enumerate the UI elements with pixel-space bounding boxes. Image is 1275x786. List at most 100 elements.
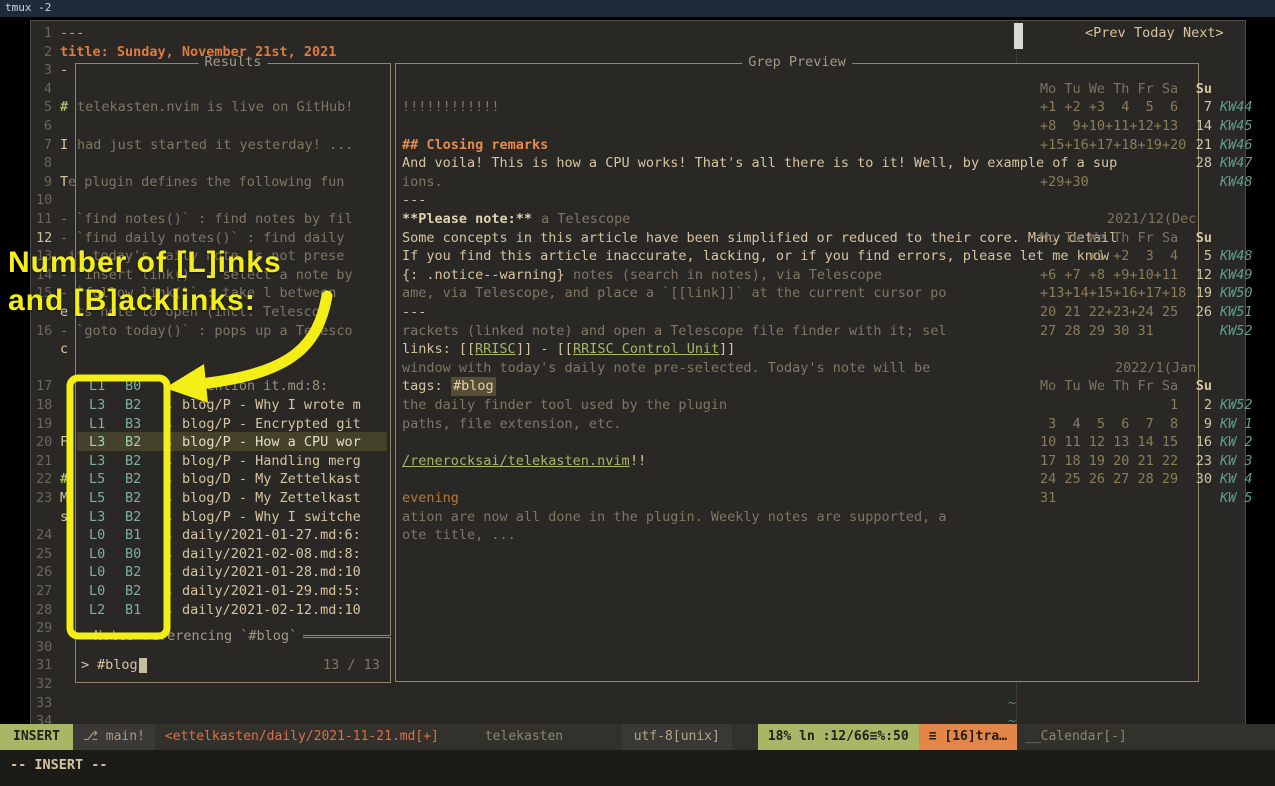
line-number: 11 [36, 210, 52, 229]
text-fragment: F [60, 433, 68, 452]
calendar-week-number: KW50 [1220, 284, 1253, 303]
calendar-week-days[interactable]: +6 +7 +8 +9+10+11 [1040, 266, 1178, 285]
calendar-week-days[interactable]: 3 4 5 6 7 8 [1040, 415, 1178, 434]
tmux-title: tmux -2 [5, 1, 51, 14]
backlinks-count: B0 [125, 377, 141, 396]
scrollbar-thumb[interactable] [1014, 23, 1023, 49]
text-fragment: !! [630, 452, 646, 471]
calendar-week-number: KW 5 [1220, 489, 1253, 508]
insert-mode-message: -- INSERT -- [10, 757, 108, 773]
calendar-sunday-day[interactable]: 14 [1188, 117, 1212, 136]
calendar-week-days[interactable]: +1 +2 +3 4 5 6 [1040, 98, 1178, 117]
calendar-month-label: 2021/12(Dec [1107, 210, 1196, 229]
line-number: 19 [36, 415, 52, 434]
links-count: L3 [89, 396, 105, 415]
text-fragment: --- [402, 303, 426, 322]
line-number: 18 [36, 396, 52, 415]
prompt-query-input[interactable]: #blog [97, 656, 138, 675]
result-row[interactable]: blog/P - Why I switche [182, 508, 361, 527]
line-number: 6 [36, 117, 52, 136]
text-fragment: T [60, 173, 68, 192]
text-fragment: paths, file extension, etc. [402, 415, 621, 434]
text-fragment: ame, via Telescope, and place a `[[link]… [402, 284, 947, 303]
calendar-next-button[interactable]: Next> [1183, 24, 1224, 43]
result-row[interactable]: daily/2021-01-27.md:6: [182, 526, 361, 545]
down-arrow-icon: ↓ [165, 601, 173, 620]
backlinks-count: B3 [125, 415, 141, 434]
text-fragment: !!!!!!!!!!!! [402, 98, 500, 117]
statusline-spacer [563, 724, 622, 750]
text-fragment: **Please note:** [402, 210, 532, 229]
calendar-week-number: KW47 [1220, 154, 1253, 173]
calendar-week-number: KW 1 [1220, 415, 1253, 434]
text-cursor [139, 658, 147, 673]
text-fragment: - `find notes()` : find notes by fil [60, 210, 353, 229]
calendar-week-days[interactable]: 10 11 12 13 14 15 [1040, 433, 1178, 452]
calendar-sunday-header: Su [1188, 229, 1212, 248]
calendar-sunday-day[interactable]: 9 [1188, 415, 1212, 434]
links-count: L3 [89, 452, 105, 471]
repo-link[interactable]: /renerocksai/telekasten.nvim [402, 452, 630, 471]
result-row[interactable]: blog/P - Why I wrote m [182, 396, 361, 415]
calendar-week-days[interactable]: +1 +2 3 4 [1040, 247, 1178, 266]
result-row[interactable]: i mention it.md:8: [182, 377, 328, 396]
calendar-today-button[interactable]: Today [1134, 24, 1175, 43]
calendar-week-days[interactable]: 24 25 26 27 28 29 [1040, 470, 1178, 489]
calendar-week-days[interactable]: +29+30 [1040, 173, 1089, 192]
result-row[interactable]: daily/2021-02-08.md:8: [182, 545, 361, 564]
line-number: 16 [36, 322, 52, 341]
wiki-link[interactable]: RRISC [475, 340, 516, 359]
result-row[interactable]: daily/2021-01-28.md:10 [182, 563, 361, 582]
text-fragment: --- [60, 24, 84, 43]
links-count: L0 [89, 545, 105, 564]
calendar-week-days[interactable]: +15+16+17+18+19+20 [1040, 136, 1186, 155]
line-number: 25 [36, 545, 52, 564]
line-number: 26 [36, 563, 52, 582]
calendar-week-days[interactable]: 27 28 29 30 31 [1040, 322, 1154, 341]
calendar-sunday-day[interactable]: 5 [1188, 247, 1212, 266]
calendar-sunday-day[interactable]: 28 [1188, 154, 1212, 173]
result-row[interactable]: blog/D - My Zettelkast [182, 489, 361, 508]
wiki-link[interactable]: RRISC Control Unit [573, 340, 719, 359]
annotation-text-line2: and [B]acklinks: [8, 284, 256, 318]
calendar-week-days[interactable]: 17 18 19 20 21 22 [1040, 452, 1178, 471]
calendar-sunday-header: Su [1188, 377, 1212, 396]
calendar-sunday-day[interactable]: 7 [1188, 98, 1212, 117]
calendar-sunday-day[interactable]: 12 [1188, 266, 1212, 285]
current-file-path: <ettelkasten/daily/2021-11-21.md[+] [155, 724, 449, 750]
text-fragment: c [60, 340, 68, 359]
text-fragment: a Telescope [541, 210, 630, 229]
text-fragment: the daily finder tool used by the plugin [402, 396, 727, 415]
calendar-sunday-day[interactable]: 16 [1188, 433, 1212, 452]
backlinks-count: B2 [125, 508, 141, 527]
calendar-week-days[interactable]: 1 [1040, 396, 1178, 415]
frontmatter-title: title: Sunday, November 21st, 2021 [60, 43, 336, 62]
result-count: 13 / 13 [323, 656, 380, 675]
result-row[interactable]: blog/P - Encrypted git [182, 415, 361, 434]
calendar-sunday-day[interactable]: 26 [1188, 303, 1212, 322]
calendar-week-days[interactable]: +13+14+15+16+17+18 [1040, 284, 1186, 303]
calendar-sunday-day[interactable]: 21 [1188, 136, 1212, 155]
line-number: 4 [36, 80, 52, 99]
line-number: 22 [36, 470, 52, 489]
calendar-sunday-day[interactable]: 23 [1188, 452, 1212, 471]
line-number: 33 [36, 694, 52, 713]
line-number: 5 [36, 98, 52, 117]
result-row[interactable]: daily/2021-02-12.md:10 [182, 601, 361, 620]
calendar-week-days[interactable]: 20 21 22+23+24 25 [1040, 303, 1178, 322]
text-fragment: # [60, 98, 68, 117]
result-row[interactable]: blog/D - My Zettelkast [182, 470, 361, 489]
down-arrow-icon: ↓ [165, 433, 173, 452]
result-row[interactable]: blog/P - Handling merg [182, 452, 361, 471]
line-number: 10 [36, 191, 52, 210]
calendar-sunday-day[interactable]: 2 [1188, 396, 1212, 415]
result-row[interactable]: blog/P - How a CPU wor [182, 433, 361, 452]
result-row[interactable]: daily/2021-01-29.md:5: [182, 582, 361, 601]
vim-command-line: -- INSERT -- [0, 750, 1275, 786]
calendar-sunday-day[interactable]: 30 [1188, 470, 1212, 489]
calendar-prev-button[interactable]: <Prev [1085, 24, 1126, 43]
prompt-symbol: > [81, 656, 89, 675]
calendar-week-days[interactable]: +8 9+10+11+12+13 [1040, 117, 1178, 136]
calendar-sunday-day[interactable]: 19 [1188, 284, 1212, 303]
calendar-week-days[interactable]: 31 [1040, 489, 1056, 508]
